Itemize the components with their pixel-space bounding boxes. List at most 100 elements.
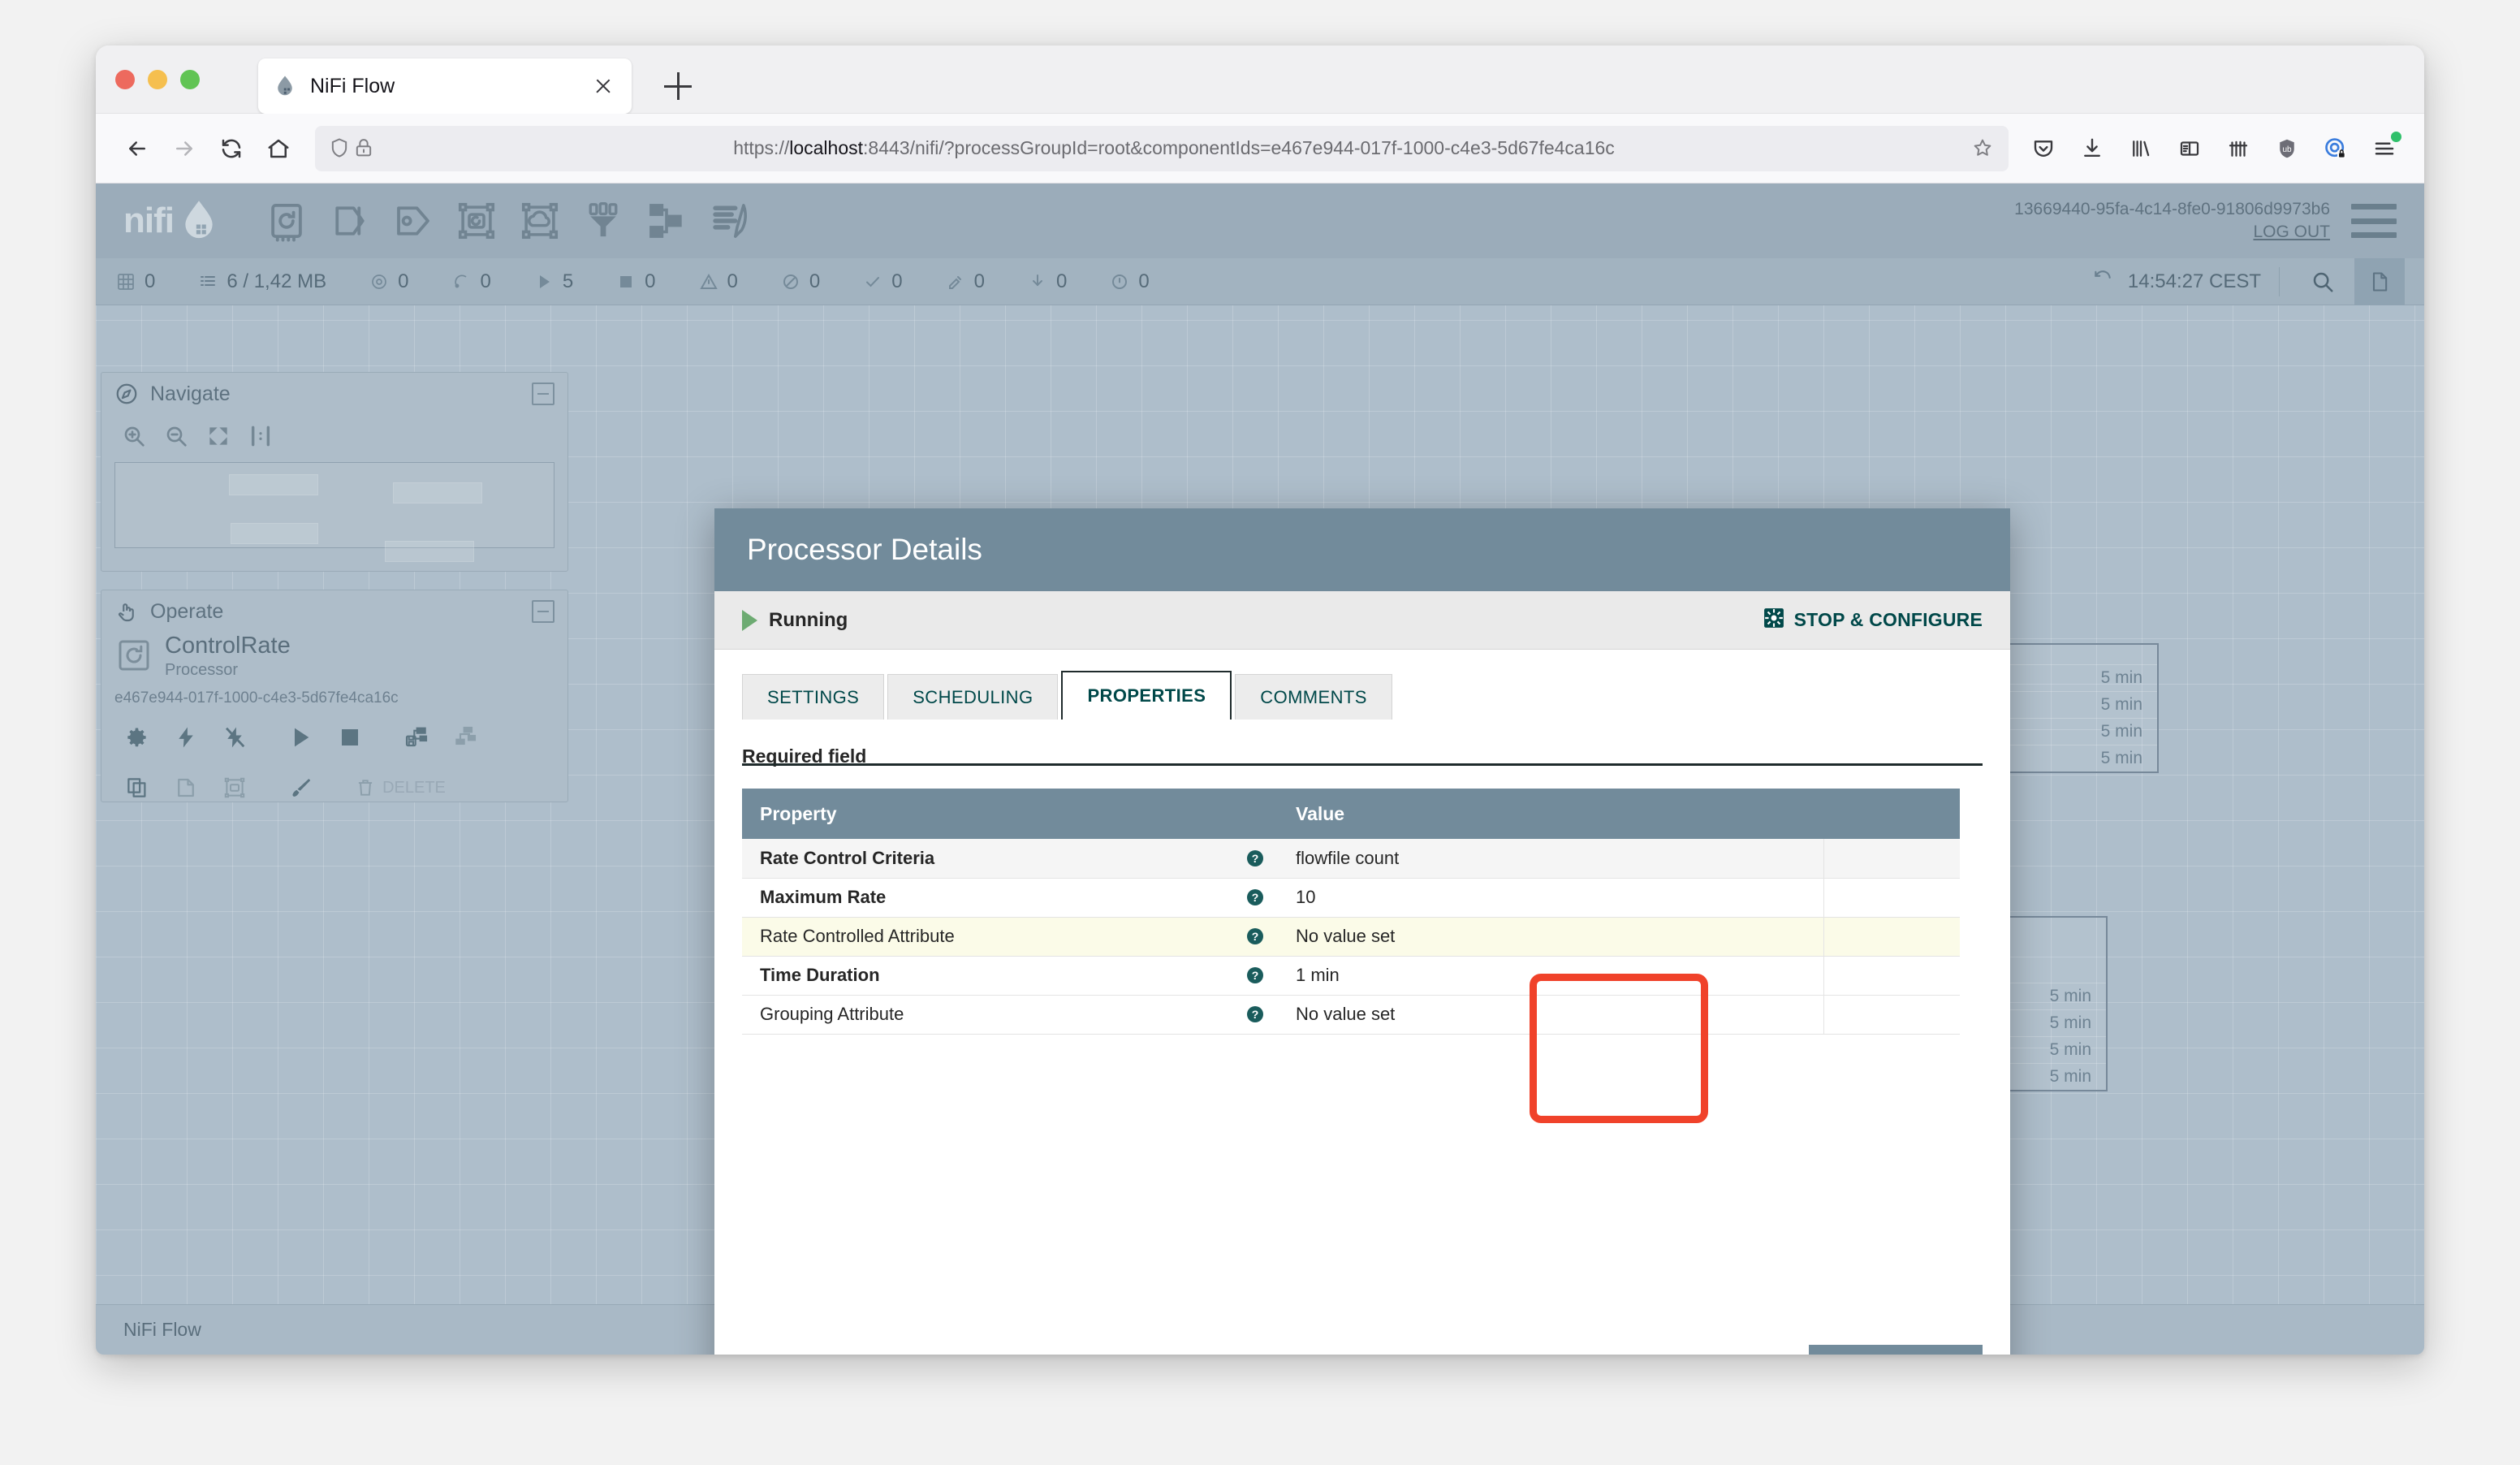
property-spacer-cell	[1823, 917, 1960, 957]
canvas-processor[interactable]: 5 min 5 min 5 min 5 min	[2000, 643, 2159, 773]
logout-link[interactable]: LOG OUT	[2014, 221, 2330, 244]
tabs-underline	[742, 763, 1983, 766]
nifi-logo-text: nifi	[123, 201, 175, 240]
stop-button[interactable]	[327, 717, 373, 758]
output-port-icon[interactable]	[382, 196, 445, 246]
new-tab-button[interactable]	[664, 72, 692, 100]
help-icon[interactable]: ?	[1245, 966, 1265, 985]
browser-tab[interactable]: NiFi Flow	[258, 58, 632, 114]
table-row[interactable]: Grouping Attribute ? No value set	[742, 995, 1960, 1035]
divider	[2279, 266, 2280, 296]
search-icon[interactable]	[2298, 258, 2348, 305]
table-header-row: Property Value	[742, 789, 1960, 839]
operate-panel: Operate ControlRate Processor e467e944-0…	[101, 590, 568, 802]
property-value-cell[interactable]: 10	[1278, 878, 1823, 918]
stop-and-configure-button[interactable]: STOP & CONFIGURE	[1763, 607, 1983, 633]
ublock-shield-icon[interactable]: ub	[2265, 127, 2309, 171]
downloads-icon[interactable]	[2070, 127, 2114, 171]
ok-button[interactable]: OK	[1809, 1345, 1983, 1355]
property-value-cell[interactable]: No value set	[1278, 995, 1823, 1035]
dialog-title-bar: Processor Details	[714, 508, 2010, 591]
tab-settings[interactable]: SETTINGS	[742, 674, 885, 720]
property-value-cell[interactable]: flowfile count	[1278, 839, 1823, 879]
status-value: 6 / 1,42 MB	[227, 270, 327, 292]
operate-panel-body: ControlRate Processor e467e944-017f-1000…	[101, 633, 567, 808]
locally-modified-icon	[945, 271, 966, 292]
table-row[interactable]: Time Duration ? 1 min	[742, 956, 1960, 996]
navigate-panel-header: Navigate	[101, 373, 567, 415]
processor-icon[interactable]	[255, 196, 318, 246]
input-port-icon[interactable]	[318, 196, 382, 246]
window-close-button[interactable]	[115, 70, 135, 89]
help-icon[interactable]: ?	[1245, 927, 1265, 946]
collapse-operate-button[interactable]	[532, 600, 554, 623]
container-tabs-icon[interactable]	[2216, 127, 2260, 171]
table-row[interactable]: Rate Control Criteria ? flowfile count	[742, 839, 1960, 879]
configure-button[interactable]	[114, 717, 160, 758]
enable-button[interactable]	[163, 717, 209, 758]
breadcrumb-label[interactable]: NiFi Flow	[123, 1319, 201, 1341]
disable-button[interactable]	[212, 717, 257, 758]
operate-component-id: e467e944-017f-1000-c4e3-5d67fe4ca16c	[114, 689, 399, 707]
help-icon[interactable]: ?	[1245, 1005, 1265, 1024]
group-button[interactable]	[212, 767, 257, 808]
home-icon[interactable]	[255, 125, 302, 172]
canvas-processor[interactable]: 5 min 5 min 5 min 5 min	[1994, 916, 2108, 1091]
forward-arrow-icon[interactable]	[161, 125, 208, 172]
delete-button[interactable]: DELETE	[345, 767, 455, 808]
window-minimize-button[interactable]	[148, 70, 167, 89]
tab-comments[interactable]: COMMENTS	[1235, 674, 1392, 720]
help-icon[interactable]: ?	[1245, 849, 1265, 868]
tracking-shield-icon[interactable]	[328, 136, 352, 161]
processor-icon	[114, 636, 153, 675]
zoom-actual-size-icon[interactable]	[241, 418, 280, 454]
library-icon[interactable]	[2119, 127, 2163, 171]
up-to-date-icon	[862, 271, 883, 292]
pocket-icon[interactable]	[2022, 127, 2065, 171]
property-value-cell[interactable]: No value set	[1278, 917, 1823, 957]
privacy-badger-icon[interactable]	[2314, 127, 2358, 171]
create-template-button[interactable]	[394, 717, 439, 758]
property-name: Rate Control Criteria	[760, 847, 935, 868]
table-row[interactable]: Rate Controlled Attribute ? No value set	[742, 917, 1960, 957]
fill-color-button[interactable]	[278, 767, 324, 808]
tab-properties[interactable]: PROPERTIES	[1061, 671, 1232, 720]
label-icon[interactable]	[698, 196, 762, 246]
status-item-stale: 0	[1027, 270, 1067, 293]
collapse-navigate-button[interactable]	[532, 382, 554, 405]
window-zoom-button[interactable]	[180, 70, 200, 89]
padlock-warning-icon[interactable]	[352, 136, 377, 161]
operate-actions-row-1	[114, 717, 554, 758]
reload-icon[interactable]	[208, 125, 255, 172]
copy-button[interactable]	[114, 767, 160, 808]
nifi-global-menu-button[interactable]	[2351, 204, 2397, 238]
run-status-label: Running	[769, 608, 848, 631]
tab-scheduling[interactable]: SCHEDULING	[887, 674, 1059, 720]
zoom-out-icon[interactable]	[157, 418, 196, 454]
remote-process-group-icon[interactable]	[508, 196, 572, 246]
zoom-fit-icon[interactable]	[199, 418, 238, 454]
start-button[interactable]	[278, 717, 324, 758]
app-menu-icon[interactable]	[2362, 127, 2406, 171]
back-arrow-icon[interactable]	[114, 125, 161, 172]
funnel-icon[interactable]	[572, 196, 635, 246]
table-row[interactable]: Maximum Rate ? 10	[742, 878, 1960, 918]
zoom-in-icon[interactable]	[114, 418, 153, 454]
navigate-panel: Navigate	[101, 372, 568, 612]
property-spacer-cell	[1823, 995, 1960, 1035]
refresh-icon[interactable]	[2092, 268, 2113, 295]
close-icon[interactable]	[589, 72, 617, 100]
process-group-icon[interactable]	[445, 196, 508, 246]
help-icon[interactable]: ?	[1245, 888, 1265, 907]
navigate-minimap[interactable]	[114, 462, 554, 612]
template-icon[interactable]	[635, 196, 698, 246]
notes-icon[interactable]	[2354, 257, 2405, 305]
property-value-cell[interactable]: 1 min	[1278, 956, 1823, 996]
sidebar-icon[interactable]	[2168, 127, 2211, 171]
paste-button[interactable]	[163, 767, 209, 808]
star-icon[interactable]	[1971, 136, 1996, 161]
url-bar[interactable]: https://localhost:8443/nifi/?processGrou…	[315, 125, 2009, 171]
url-text: https://localhost:8443/nifi/?processGrou…	[733, 137, 1615, 158]
upload-template-button[interactable]	[442, 717, 488, 758]
process-group-icon	[115, 271, 136, 292]
